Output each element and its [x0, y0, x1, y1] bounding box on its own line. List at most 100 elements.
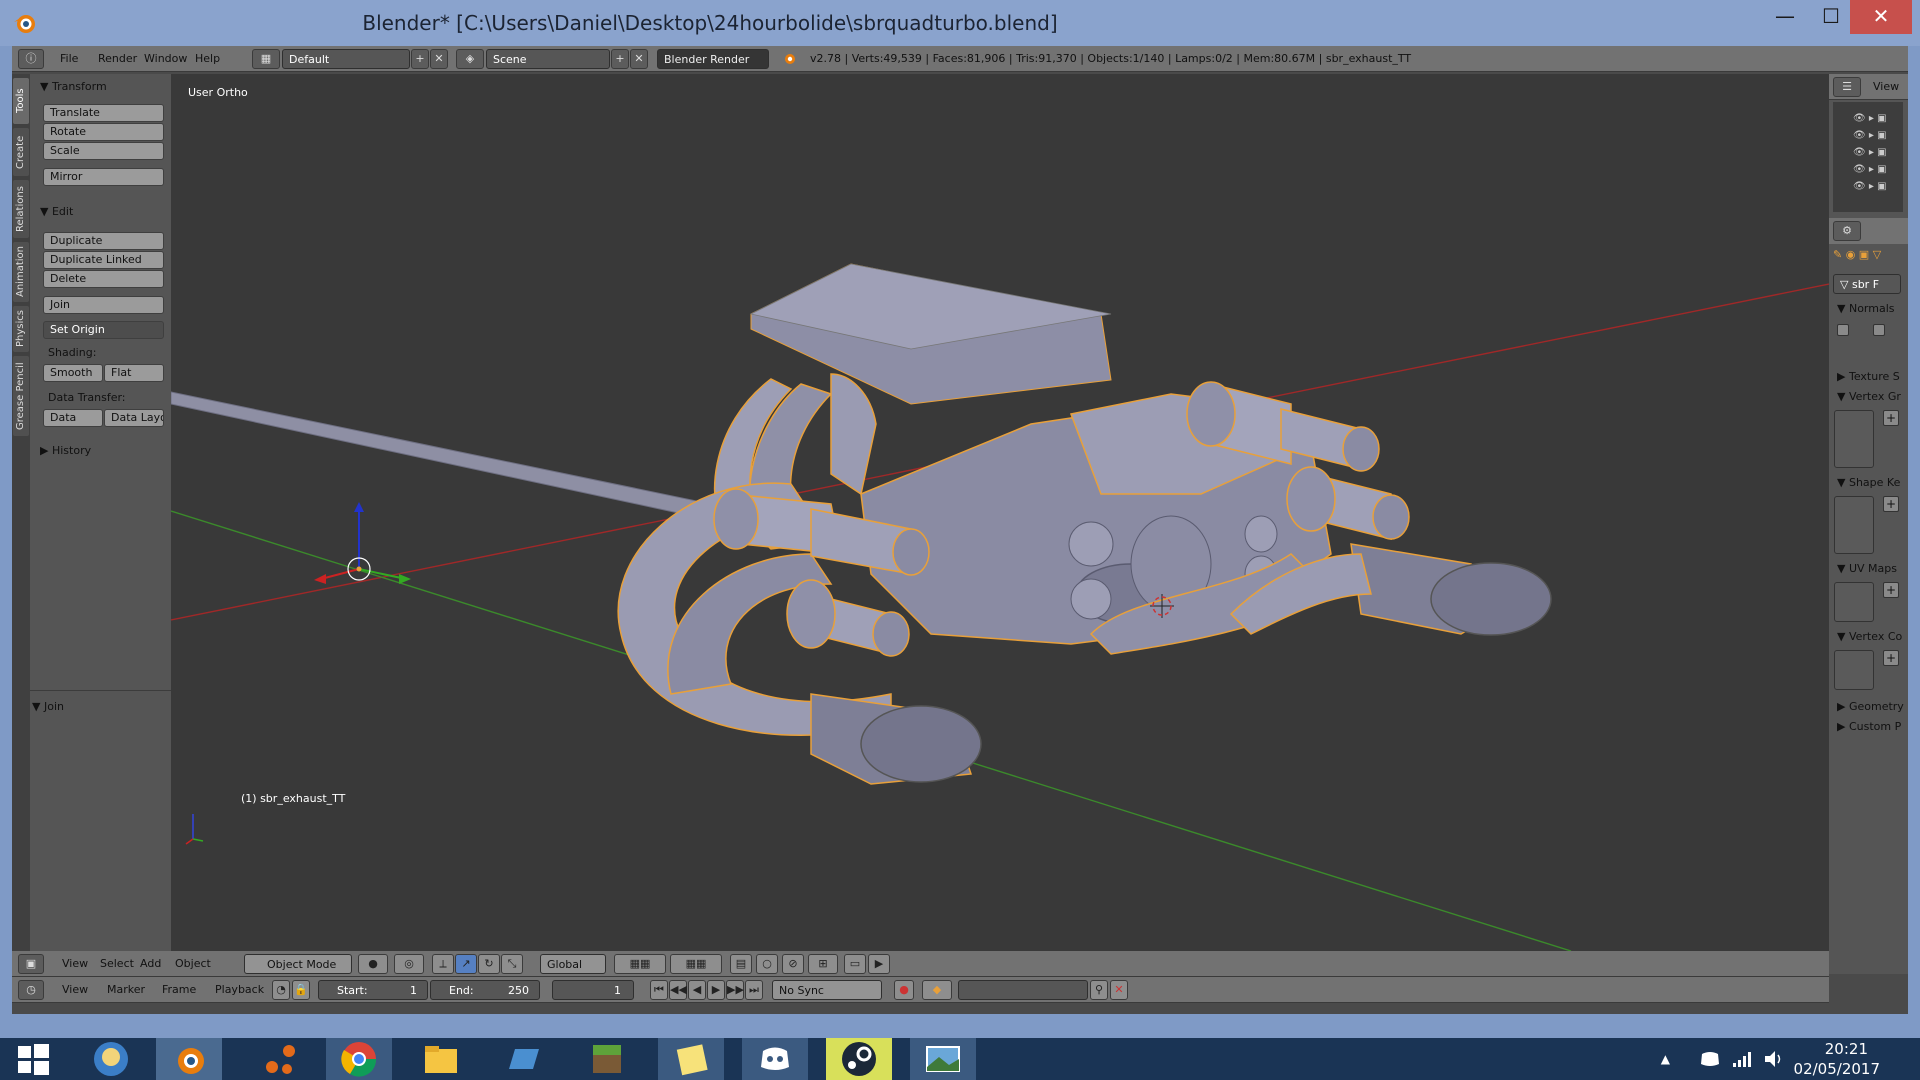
pivot-point-icon[interactable]: ◎	[394, 954, 424, 974]
sync-mode-dropdown[interactable]: No Sync	[772, 980, 882, 1000]
rotate-manipulator-icon[interactable]: ↻	[478, 954, 500, 974]
taskbar-steam[interactable]	[826, 1038, 892, 1080]
insert-keyframe-icon[interactable]: ⚲	[1090, 980, 1108, 1000]
rotate-button[interactable]: Rotate	[43, 123, 164, 141]
taskbar-fallout-shelter[interactable]	[78, 1038, 144, 1080]
shape-keys-section[interactable]: ▼ Shape Ke	[1837, 476, 1900, 489]
texture-space-section[interactable]: ▶ Texture S	[1837, 370, 1900, 383]
add-uv-map-icon[interactable]: +	[1883, 582, 1899, 598]
menu-help[interactable]: Help	[195, 46, 220, 72]
delete-button[interactable]: Delete	[43, 270, 164, 288]
add-menu[interactable]: Add	[140, 951, 161, 977]
play-icon[interactable]: ▶	[707, 980, 725, 1000]
mode-dropdown[interactable]: Object Mode	[244, 954, 352, 974]
editor-type-timeline-icon[interactable]: ◷	[18, 980, 44, 1000]
menu-file[interactable]: File	[60, 46, 78, 72]
taskbar-discord[interactable]	[742, 1038, 808, 1080]
shape-keys-list[interactable]	[1834, 496, 1874, 554]
taskbar-substance[interactable]	[246, 1038, 312, 1080]
uv-maps-list[interactable]	[1834, 582, 1874, 622]
auto-smooth-checkbox[interactable]	[1837, 324, 1849, 336]
taskbar-notes[interactable]	[658, 1038, 724, 1080]
jump-end-icon[interactable]: ⏭	[745, 980, 763, 1000]
tab-physics[interactable]: Physics	[13, 306, 29, 352]
minimize-button[interactable]: —	[1762, 0, 1808, 34]
operator-panel-header[interactable]: ▼ Join	[32, 700, 64, 713]
close-button[interactable]: ✕	[1850, 0, 1912, 34]
smooth-button[interactable]: Smooth	[43, 364, 103, 382]
editor-type-3d-icon[interactable]: ▣	[18, 954, 44, 974]
jump-keyframe-back-icon[interactable]: ◀◀	[669, 980, 687, 1000]
lock-layers-icon[interactable]: ▤	[730, 954, 752, 974]
screen-layout-icon[interactable]: ▦	[252, 49, 280, 69]
network-signal-icon[interactable]	[1732, 1050, 1752, 1068]
view-menu[interactable]: View	[62, 951, 88, 977]
active-keying-set-field[interactable]	[958, 980, 1088, 1000]
edit-panel-header[interactable]: ▼ Edit	[40, 205, 73, 218]
jump-keyframe-forward-icon[interactable]: ▶▶	[726, 980, 744, 1000]
outliner-list[interactable]: 👁 ▸ ▣ 👁 ▸ ▣ 👁 ▸ ▣ 👁 ▸ ▣ 👁 ▸ ▣	[1833, 102, 1903, 212]
remove-scene-icon[interactable]: ✕	[630, 49, 648, 69]
viewport-shading-icon[interactable]: ●	[358, 954, 388, 974]
vertex-colors-section[interactable]: ▼ Vertex Co	[1837, 630, 1902, 643]
delete-keyframe-icon[interactable]: ✕	[1110, 980, 1128, 1000]
end-frame-field[interactable]: End: 250	[430, 980, 540, 1000]
add-vertex-group-icon[interactable]: +	[1883, 410, 1899, 426]
preview-range-icon[interactable]: ◔	[272, 980, 290, 1000]
tab-animation[interactable]: Animation	[13, 242, 29, 302]
taskbar-photos[interactable]	[910, 1038, 976, 1080]
flat-button[interactable]: Flat	[104, 364, 164, 382]
outliner-visibility-icons[interactable]: 👁 ▸ ▣ 👁 ▸ ▣ 👁 ▸ ▣ 👁 ▸ ▣ 👁 ▸ ▣	[1853, 110, 1887, 195]
add-scene-icon[interactable]: +	[611, 49, 629, 69]
history-panel-header[interactable]: ▶ History	[40, 444, 91, 457]
properties-editor-icon[interactable]: ⚙	[1833, 221, 1861, 241]
geometry-data-section[interactable]: ▶ Geometry	[1837, 700, 1904, 713]
remove-layout-icon[interactable]: ✕	[430, 49, 448, 69]
scale-manipulator-icon[interactable]: ⤡	[501, 954, 523, 974]
start-button[interactable]	[0, 1038, 66, 1080]
double-sided-checkbox[interactable]	[1873, 324, 1885, 336]
duplicate-button[interactable]: Duplicate	[43, 232, 164, 250]
taskbar-file-explorer[interactable]	[408, 1038, 474, 1080]
vertex-groups-list[interactable]	[1834, 410, 1874, 468]
scene-icon[interactable]: ◈	[456, 49, 484, 69]
vertex-colors-list[interactable]	[1834, 650, 1874, 690]
mirror-button[interactable]: Mirror	[43, 168, 164, 186]
snap-element-icon[interactable]: ⊞	[808, 954, 838, 974]
tab-create[interactable]: Create	[13, 128, 29, 176]
jump-start-icon[interactable]: ⏮	[650, 980, 668, 1000]
current-frame-field[interactable]: 1	[552, 980, 634, 1000]
data-layout-button[interactable]: Data Layo	[104, 409, 164, 427]
clock-time[interactable]: 20:21	[1825, 1040, 1868, 1059]
add-vertex-color-icon[interactable]: +	[1883, 650, 1899, 666]
keying-set-icon[interactable]: ◆	[922, 980, 952, 1000]
add-shape-key-icon[interactable]: +	[1883, 496, 1899, 512]
screen-layout-field[interactable]: Default	[282, 49, 410, 69]
translate-button[interactable]: Translate	[43, 104, 164, 122]
scene-field[interactable]: Scene	[486, 49, 610, 69]
record-icon[interactable]: ●	[894, 980, 914, 1000]
outliner-editor-icon[interactable]: ☰	[1833, 77, 1861, 97]
tab-relations[interactable]: Relations	[13, 180, 29, 238]
set-origin-dropdown[interactable]: Set Origin	[43, 321, 164, 339]
translate-manipulator-icon[interactable]: ↗	[455, 954, 477, 974]
select-menu[interactable]: Select	[100, 951, 134, 977]
maximize-button[interactable]: ☐	[1808, 0, 1854, 34]
transform-panel-header[interactable]: ▼ Transform	[40, 80, 107, 93]
vertex-groups-section[interactable]: ▼ Vertex Gr	[1837, 390, 1901, 403]
properties-context-icons[interactable]: ✎ ◉ ▣ ▽	[1833, 248, 1881, 261]
marker-menu[interactable]: Marker	[107, 977, 145, 1003]
opengl-render-icon[interactable]: ▭	[844, 954, 866, 974]
3d-viewport[interactable]: User Ortho (1) sbr_exhaust_TT	[171, 74, 1829, 951]
fake-user-label[interactable]: F	[1873, 278, 1879, 291]
lock-range-icon[interactable]: 🔒	[292, 980, 310, 1000]
volume-icon[interactable]	[1764, 1050, 1786, 1068]
proportional-edit-icon[interactable]: ○	[756, 954, 778, 974]
outliner-view-menu[interactable]: View	[1873, 80, 1899, 93]
play-reverse-icon[interactable]: ◀	[688, 980, 706, 1000]
join-button[interactable]: Join	[43, 296, 164, 314]
frame-menu[interactable]: Frame	[162, 977, 196, 1003]
add-layout-icon[interactable]: +	[411, 49, 429, 69]
snap-icon[interactable]: ⊘	[782, 954, 804, 974]
tab-grease-pencil[interactable]: Grease Pencil	[13, 356, 29, 436]
